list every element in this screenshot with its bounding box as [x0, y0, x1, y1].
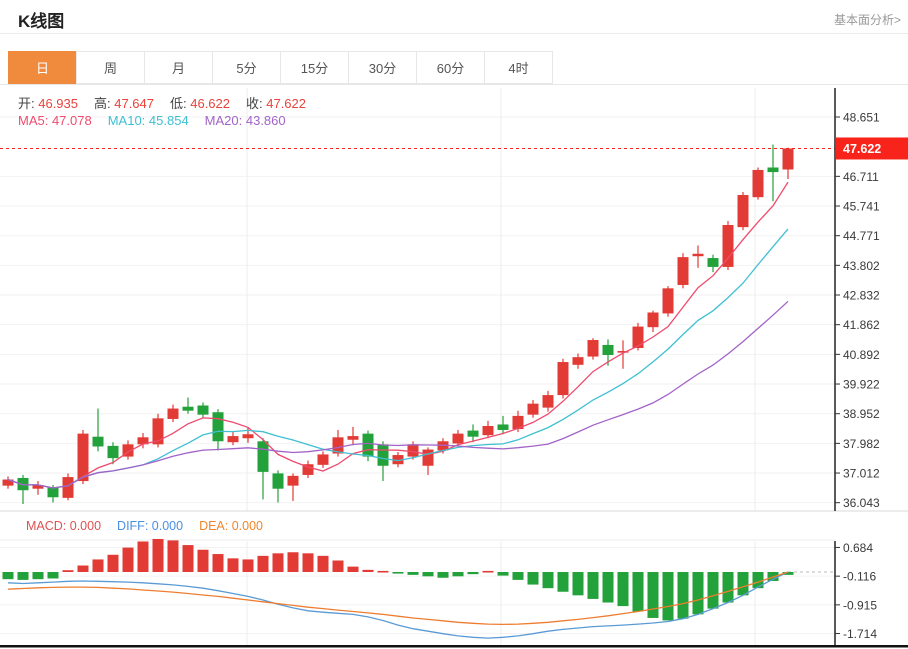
candle-body [662, 288, 674, 314]
axis-tick-label: 44.771 [843, 229, 880, 243]
candle-body [557, 362, 569, 396]
axis-tick-label: 42.832 [843, 289, 880, 303]
candle-body [242, 434, 254, 439]
candle-body [572, 357, 584, 365]
macd-histogram [2, 538, 835, 621]
ma-ma10: MA10: 45.854 [107, 113, 189, 128]
candle-body [782, 148, 794, 170]
candle-body [722, 225, 734, 267]
svg-text:47.622: 47.622 [843, 142, 881, 156]
axis-tick-label: 43.802 [843, 259, 880, 273]
axis-tick-label: 37.982 [843, 437, 880, 451]
candle-body [542, 395, 554, 408]
axis-tick-label: 38.952 [843, 407, 880, 421]
axis-tick-label: 41.862 [843, 318, 880, 332]
kline-widget: 48.651 46.711 45.741 44.771 43.802 42.832 41.8… [0, 0, 908, 649]
ma-ma20: MA20: 43.860 [204, 113, 286, 128]
macd-diff: DIFF: 0.000 [117, 519, 184, 533]
current-price-badge: 47.622 [836, 137, 908, 160]
candle-body [737, 195, 749, 228]
candle-body [362, 433, 374, 457]
candle-body [692, 253, 704, 257]
axis-tick-label: 46.711 [843, 170, 879, 184]
tab-4hour[interactable]: 4时 [484, 51, 553, 84]
tab-week[interactable]: 周 [76, 51, 145, 84]
ma-info-row: MA5: 47.078 MA10: 45.854 MA20: 43.860 [18, 113, 302, 128]
candle-body [707, 258, 719, 267]
candle-body [287, 475, 299, 486]
axis-tick-label: 45.741 [843, 200, 880, 214]
axis-tick-label: 36.043 [843, 496, 880, 510]
axis-tick-label: -1.714 [843, 627, 877, 641]
page-title: K线图 [18, 12, 65, 31]
ohlc-info-row: 开: 46.935 高: 47.647 低: 46.622 收: 47.622 [18, 93, 322, 112]
candle-body [197, 405, 209, 415]
macd-macd: MACD: 0.000 [26, 519, 102, 533]
ma5-line [7, 181, 789, 489]
macd-info-row: MACD: 0.000 DIFF: 0.000 DEA: 0.000 [26, 519, 279, 533]
period-tabbar: 日周月 5分 15分 30分 60分 4时 [0, 51, 908, 85]
candle-body [227, 436, 239, 443]
tab-month[interactable]: 月 [144, 51, 213, 84]
candle-body [497, 424, 509, 430]
candle-body [587, 340, 599, 357]
axis-tick-label: 0.684 [843, 541, 873, 555]
axis-tick-label: -0.915 [843, 598, 877, 612]
tab-30min[interactable]: 30分 [348, 51, 417, 84]
candle-body [752, 169, 764, 198]
candle-body [467, 430, 479, 437]
tab-60min[interactable]: 60分 [416, 51, 485, 84]
candle-body [602, 344, 614, 356]
ma-ma5: MA5: 47.078 [18, 113, 92, 128]
tab-5min[interactable]: 5分 [212, 51, 281, 84]
widget-header: K线图 基本面分析> [0, 0, 908, 34]
candle-body [257, 441, 269, 472]
candle-body [767, 167, 779, 173]
candle-body [272, 473, 284, 489]
axis-tick-label: 40.892 [843, 348, 880, 362]
tab-day[interactable]: 日 [8, 51, 77, 84]
candle-body [212, 412, 224, 442]
axis-tick-label: 48.651 [843, 111, 880, 125]
candle-body [677, 257, 689, 285]
ohlc-open: 开: 46.935 [18, 96, 78, 111]
candle-body [182, 406, 194, 411]
fundamental-analysis-link[interactable]: 基本面分析> [834, 11, 901, 28]
candle-body [407, 444, 419, 457]
ohlc-high: 高: 47.647 [94, 96, 154, 111]
tab-15min[interactable]: 15分 [280, 51, 349, 84]
ohlc-close: 收: 47.622 [246, 96, 306, 111]
candle-body [452, 433, 464, 444]
candle-body [482, 425, 494, 436]
candle-body [422, 449, 434, 466]
candle-body [647, 312, 659, 328]
ohlc-low: 低: 46.622 [170, 96, 230, 111]
candle-body [317, 454, 329, 465]
candle-body [632, 326, 644, 348]
candle-body [92, 436, 104, 447]
macd-dea: DEA: 0.000 [199, 519, 264, 533]
candle-body [167, 408, 179, 419]
candle-body [527, 403, 539, 415]
axis-tick-label: 39.922 [843, 378, 880, 392]
candle-body [47, 487, 59, 498]
ma-lines [7, 181, 789, 489]
axis-tick-label: 37.012 [843, 467, 880, 481]
candle-body [62, 477, 74, 498]
axis-tick-label: -0.116 [843, 570, 876, 584]
candle-body [347, 436, 359, 440]
candle-body [107, 445, 119, 459]
candle-body [377, 444, 389, 466]
